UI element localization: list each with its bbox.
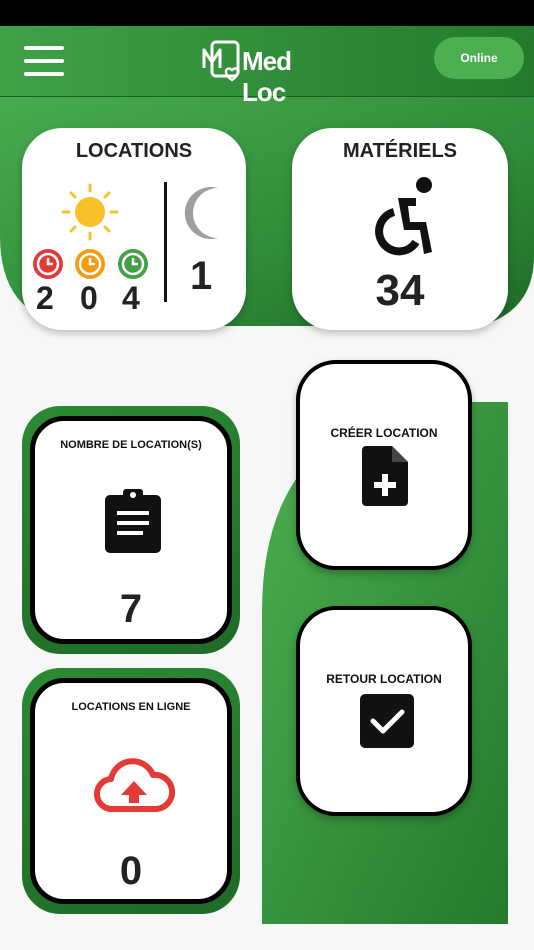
retour-location-label: RETOUR LOCATION bbox=[326, 672, 442, 686]
count-red: 2 bbox=[36, 280, 54, 316]
en-ligne-count: 0 bbox=[119, 849, 143, 893]
clock-orange-icon bbox=[74, 248, 106, 280]
locations-title: LOCATIONS bbox=[75, 140, 193, 162]
materiels-title: MATÉRIELS bbox=[342, 140, 458, 162]
nombre-location-count: 7 bbox=[119, 587, 143, 631]
creer-location-label: CRÉER LOCATION bbox=[330, 426, 438, 440]
count-orange: 0 bbox=[80, 280, 98, 316]
hamburger-menu-icon[interactable] bbox=[24, 46, 66, 76]
app-header: Med Loc Online bbox=[0, 26, 534, 107]
clock-green-icon bbox=[117, 248, 149, 280]
creer-location-button[interactable]: CRÉER LOCATION bbox=[296, 360, 472, 570]
locations-card[interactable]: LOCATIONS 2 0 4 1 bbox=[22, 128, 246, 330]
night-count: 1 bbox=[190, 254, 213, 298]
status-bar bbox=[0, 0, 534, 26]
retour-location-button[interactable]: RETOUR LOCATION bbox=[296, 606, 472, 816]
checkbox-checked-icon bbox=[360, 694, 414, 748]
wheelchair-icon bbox=[370, 176, 438, 256]
moon-icon bbox=[180, 184, 224, 242]
materiels-card[interactable]: MATÉRIELS 34 bbox=[292, 128, 508, 330]
nombre-location-card[interactable]: NOMBRE DE LOCATION(S) 7 bbox=[30, 416, 232, 644]
medeloc-logo: Med Loc bbox=[202, 38, 336, 107]
count-green: 4 bbox=[122, 280, 140, 316]
file-add-icon bbox=[362, 446, 410, 506]
clock-red-icon bbox=[32, 248, 64, 280]
clipboard-icon bbox=[103, 487, 163, 555]
online-status-button[interactable]: Online bbox=[434, 37, 524, 79]
materiels-count: 34 bbox=[375, 266, 425, 315]
cloud-upload-icon bbox=[93, 757, 176, 817]
en-ligne-label: LOCATIONS EN LIGNE bbox=[71, 701, 191, 713]
logo-text: Med Loc bbox=[242, 46, 292, 107]
sun-icon bbox=[60, 182, 120, 242]
divider bbox=[164, 182, 167, 302]
nombre-location-label: NOMBRE DE LOCATION(S) bbox=[60, 439, 202, 451]
en-ligne-card[interactable]: LOCATIONS EN LIGNE 0 bbox=[30, 678, 232, 904]
